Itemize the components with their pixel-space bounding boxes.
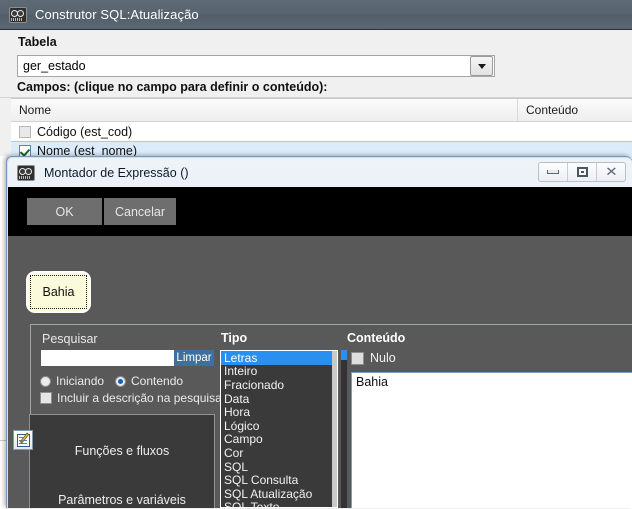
row-label: Código (est_cod) — [37, 124, 133, 139]
app-icon — [9, 6, 27, 23]
nulo-checkbox[interactable]: Nulo — [351, 351, 396, 365]
radio-icon — [40, 375, 51, 387]
tabela-value: ger_estado — [23, 59, 86, 73]
construtor-sql-title: Construtor SQL:Atualização — [35, 7, 199, 22]
functions-panel: Funções e fluxos Parâmetros e variáveis — [29, 414, 215, 508]
radio-label: Contendo — [131, 374, 184, 388]
minimize-icon — [547, 170, 559, 174]
tipo-item[interactable]: Data — [221, 392, 337, 406]
maximize-button[interactable] — [568, 163, 597, 181]
tipo-label: Tipo — [221, 331, 248, 345]
column-header-conteudo[interactable]: Conteúdo — [517, 99, 632, 121]
construtor-sql-window: Construtor SQL:Atualização Tabela ger_es… — [0, 0, 632, 168]
montador-expressao-titlebar[interactable]: Montador de Expressão () ✕ — [8, 158, 632, 187]
tipo-item[interactable]: SQL Consulta — [221, 473, 337, 487]
tipo-item[interactable]: Fracionado — [221, 378, 337, 392]
row-checkbox[interactable] — [19, 144, 31, 157]
search-label: Pesquisar — [42, 332, 98, 346]
conteudo-textarea[interactable]: Bahia — [351, 372, 632, 508]
construtor-sql-titlebar[interactable]: Construtor SQL:Atualização — [0, 0, 632, 30]
row-checkbox[interactable] — [19, 125, 31, 138]
table-row[interactable]: Código (est_cod) — [11, 122, 632, 141]
checkbox-icon — [40, 392, 52, 404]
expression-toolbar: OK Cancelar — [8, 187, 632, 236]
tipo-item[interactable]: SQL — [221, 460, 337, 474]
expression-node-label: Bahia — [42, 285, 75, 299]
search-input[interactable] — [41, 350, 174, 366]
radio-icon — [115, 375, 126, 387]
minimize-button[interactable] — [539, 163, 568, 181]
conteudo-label: Conteúdo — [347, 331, 406, 345]
tipo-item[interactable]: Hora — [221, 405, 337, 419]
checkbox-icon — [351, 351, 364, 365]
montador-expressao-title: Montador de Expressão () — [44, 165, 189, 180]
tabela-label: Tabela — [18, 35, 57, 49]
app-icon — [17, 164, 35, 181]
nulo-label: Nulo — [370, 351, 396, 365]
column-header-nome[interactable]: Nome — [11, 99, 517, 121]
construtor-sql-body: Tabela ger_estado Campos: (clique no cam… — [0, 30, 632, 168]
tipo-scrollbar[interactable] — [332, 351, 337, 507]
clear-search-button[interactable]: Limpar — [174, 350, 214, 366]
include-description-checkbox[interactable]: Incluir a descrição na pesquisa — [40, 391, 222, 405]
expression-node-bahia[interactable]: Bahia — [26, 271, 91, 313]
edit-button[interactable] — [13, 430, 33, 450]
tipo-item[interactable]: Cor — [221, 446, 337, 460]
close-button[interactable]: ✕ — [597, 163, 625, 181]
tipo-item[interactable]: Letras — [221, 351, 337, 365]
radio-label: Iniciando — [56, 374, 105, 388]
campos-grid-header: Nome Conteúdo — [11, 99, 632, 122]
ok-button[interactable]: OK — [27, 198, 102, 225]
tipo-list[interactable]: Letras Inteiro Fracionado Data Hora Lógico Cam… — [220, 350, 338, 508]
conteudo-scrollbar[interactable] — [341, 350, 347, 508]
parameters-group-header[interactable]: Parâmetros e variáveis — [30, 493, 214, 507]
radio-iniciando[interactable]: Iniciando — [40, 374, 104, 388]
maximize-icon — [576, 167, 588, 177]
conteudo-panel: Nulo Bahia — [341, 350, 632, 508]
functions-group-header[interactable]: Funções e fluxos — [30, 444, 214, 458]
close-icon: ✕ — [604, 164, 618, 180]
window-controls: ✕ — [538, 162, 626, 182]
radio-contendo[interactable]: Contendo — [115, 374, 183, 388]
tipo-item[interactable]: Campo — [221, 432, 337, 446]
tabela-combobox[interactable]: ger_estado — [17, 55, 495, 77]
pencil-icon — [19, 431, 29, 444]
tipo-item[interactable]: SQL Atualização — [221, 487, 337, 501]
campos-label: Campos: (clique no campo para definir o … — [17, 80, 328, 94]
edit-icon — [16, 431, 30, 447]
tipo-item[interactable]: SQL Texto — [221, 500, 337, 507]
include-description-label: Incluir a descrição na pesquisa — [57, 391, 222, 405]
cancel-button[interactable]: Cancelar — [104, 198, 176, 225]
tipo-item[interactable]: Lógico — [221, 419, 337, 433]
tipo-item[interactable]: Inteiro — [221, 364, 337, 378]
tipo-items: Letras Inteiro Fracionado Data Hora Lógico Cam… — [221, 351, 337, 507]
chevron-down-icon[interactable] — [470, 56, 493, 76]
